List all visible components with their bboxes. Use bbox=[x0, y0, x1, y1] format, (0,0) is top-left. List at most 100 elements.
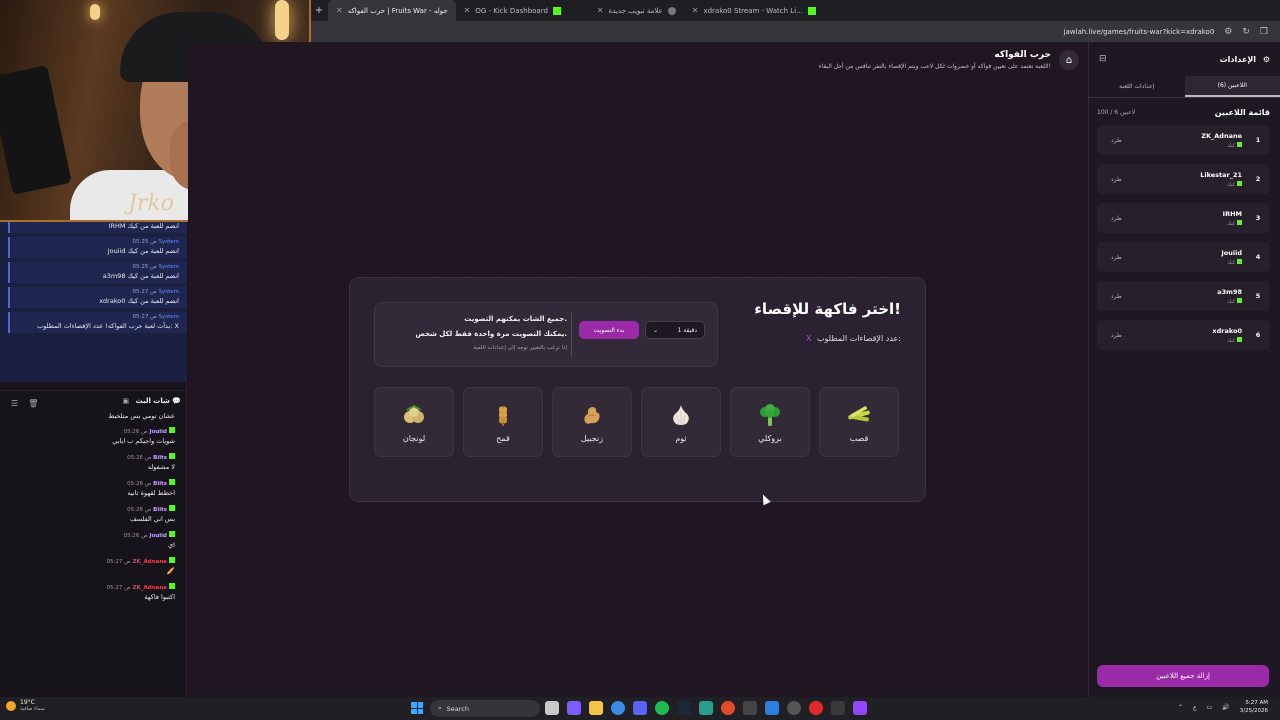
kick-badge-icon bbox=[1237, 180, 1242, 186]
list-icon[interactable]: ☰ bbox=[11, 399, 18, 408]
kick-badge-icon bbox=[1237, 141, 1242, 147]
player-name: Jouiid bbox=[1221, 248, 1242, 257]
browser-tab-kick-dashboard[interactable]: ✕ OG - Kick Dashboard bbox=[456, 0, 569, 21]
collapse-panel-icon[interactable]: ⊟ bbox=[1099, 54, 1107, 64]
discord-icon[interactable] bbox=[633, 701, 647, 715]
copilot-icon[interactable] bbox=[567, 701, 581, 715]
keyboard-language[interactable]: ع bbox=[1193, 704, 1197, 711]
kick-icon bbox=[552, 6, 561, 15]
kick-player-button[interactable]: طرد bbox=[1111, 254, 1122, 261]
weather-widget[interactable]: 19°C سماء صافية bbox=[6, 699, 45, 712]
close-icon[interactable]: ✕ bbox=[597, 6, 604, 15]
url-field[interactable]: jawlah.live/games/fruits-war?kick=xdrako… bbox=[1064, 28, 1215, 36]
taskbar-search[interactable]: ⌕ Search bbox=[430, 700, 540, 717]
clock[interactable]: 5:27 AM 3/25/2026 bbox=[1240, 699, 1268, 715]
chat-message-text: عشان تومي بس متلخبط bbox=[108, 412, 175, 420]
chat-message: 05:26 ص Bilts اخطط لقهوة ثانيه bbox=[127, 479, 175, 497]
fruit-option-garlic[interactable]: ثوم bbox=[641, 387, 721, 457]
sugarcane-icon bbox=[848, 405, 870, 421]
panel-header: ⊟ الإعدادات ⚙ bbox=[1089, 42, 1280, 76]
card-title: اختر فاكهة للإقصاء! bbox=[754, 300, 901, 318]
remove-all-players-button[interactable]: إزالة جميع اللاعبين bbox=[1097, 665, 1269, 687]
kick-badge-icon bbox=[1237, 297, 1242, 303]
obs-icon[interactable] bbox=[853, 701, 867, 715]
app-icon[interactable] bbox=[765, 701, 779, 715]
brave-icon[interactable] bbox=[721, 701, 735, 715]
browser-tab-fruits-war[interactable]: ✕ حرب الفواكه | Fruits War - جوله bbox=[328, 0, 456, 21]
fruit-option-longan[interactable]: لونجان bbox=[374, 387, 454, 457]
player-number: 6 bbox=[1255, 331, 1261, 339]
eliminations-value: X bbox=[805, 334, 812, 343]
steam-icon[interactable] bbox=[677, 701, 691, 715]
tab-players[interactable]: اللاعبين (6) bbox=[1184, 76, 1280, 97]
settings-icon[interactable] bbox=[787, 701, 801, 715]
xbox-icon[interactable] bbox=[699, 701, 713, 715]
tab-label: علامة تبويب جديدة bbox=[608, 6, 663, 15]
player-number: 2 bbox=[1255, 175, 1261, 183]
panel-tabs: إعدادات اللعبة اللاعبين (6) bbox=[1089, 76, 1280, 98]
player-number: 1 bbox=[1255, 136, 1261, 144]
kick-player-button[interactable]: طرد bbox=[1111, 332, 1122, 339]
youtube-icon[interactable] bbox=[809, 701, 823, 715]
home-button[interactable]: ⌂ bbox=[1059, 50, 1079, 70]
fruit-option-ginger[interactable]: زنجبيل bbox=[552, 387, 632, 457]
close-icon[interactable]: ✕ bbox=[692, 6, 699, 15]
windows-start-icon[interactable] bbox=[411, 702, 423, 714]
browser-tabbar: + ✕ حرب الفواكه | Fruits War - جوله ✕ OG… bbox=[310, 0, 1280, 21]
volume-icon[interactable]: 🔊 bbox=[1222, 704, 1229, 711]
kick-badge-icon bbox=[169, 583, 175, 589]
close-icon[interactable]: ✕ bbox=[464, 6, 471, 15]
vote-hint: إذا ترغب بالتغيير توجه إلى إعدادات اللعب… bbox=[473, 345, 567, 351]
browser-tab-stream[interactable]: ✕ xdrako0 Stream - Watch Li... bbox=[684, 0, 824, 21]
chevron-up-icon[interactable]: ⌃ bbox=[1178, 704, 1183, 711]
tab-label: xdrako0 Stream - Watch Li... bbox=[703, 6, 803, 15]
tune-icon[interactable]: ⚙ bbox=[1224, 27, 1232, 37]
longan-icon bbox=[404, 404, 424, 423]
lamp-light bbox=[275, 0, 289, 40]
task-view-icon[interactable] bbox=[545, 701, 559, 715]
browser-tab-new[interactable]: ✕ علامة تبويب جديدة bbox=[589, 0, 684, 21]
app-icon[interactable] bbox=[831, 701, 845, 715]
kick-player-button[interactable]: طرد bbox=[1111, 293, 1122, 300]
player-row: طرد Likestar_21 كيك 2 bbox=[1097, 164, 1270, 194]
start-vote-button[interactable]: بدء التصويت bbox=[579, 321, 639, 339]
fruit-option-sugarcane[interactable]: قصب bbox=[819, 387, 899, 457]
app-icon[interactable] bbox=[743, 701, 757, 715]
folder-icon[interactable] bbox=[589, 701, 603, 715]
elimination-card: اختر فاكهة للإقصاء! X عدد الإقصاءات المط… bbox=[349, 277, 926, 502]
copy-icon[interactable]: ❐ bbox=[1260, 27, 1268, 37]
system-message: 05:25 ص System a3m98 انضم للعبة من كيك bbox=[8, 262, 187, 283]
system-message: 05:27 ص System بدأت لعبة حرب الفواكه! عد… bbox=[8, 312, 187, 333]
game-description: اللعبة تعتمد على تعيين فواكه أو خضروات ل… bbox=[818, 63, 1051, 70]
tab-game-settings[interactable]: إعدادات اللعبة bbox=[1089, 76, 1185, 97]
garlic-icon bbox=[673, 404, 689, 425]
chat-message: 05:26 ص Jouiid اي bbox=[123, 531, 175, 549]
kick-player-button[interactable]: طرد bbox=[1111, 137, 1122, 144]
player-row: طرد xdrako0 كيك 6 bbox=[1097, 320, 1270, 350]
vote-info: يمكنك التصويت مرة واحدة فقط لكل شخص. bbox=[415, 330, 567, 338]
spotify-icon[interactable] bbox=[655, 701, 669, 715]
player-number: 5 bbox=[1255, 292, 1261, 300]
player-row: طرد Jouiid كيك 4 bbox=[1097, 242, 1270, 272]
fruit-option-wheat[interactable]: قمح bbox=[463, 387, 543, 457]
kick-player-button[interactable]: طرد bbox=[1111, 176, 1122, 183]
chrome-icon[interactable] bbox=[611, 701, 625, 715]
duration-select[interactable]: ⌄ 1 دقيقة bbox=[645, 321, 705, 339]
player-number: 3 bbox=[1255, 214, 1261, 222]
trash-icon[interactable]: 🗑 bbox=[28, 399, 38, 408]
player-name: IRHM bbox=[1222, 209, 1242, 218]
reload-icon[interactable]: ↻ bbox=[1242, 27, 1250, 37]
player-row: طرد IRHM كيك 3 bbox=[1097, 203, 1270, 233]
gear-icon: ⚙ bbox=[1262, 54, 1270, 64]
player-number: 4 bbox=[1255, 253, 1261, 261]
eliminations-required: X عدد الإقصاءات المطلوب: bbox=[805, 334, 901, 343]
player-count: 100 / 6 لاعبين bbox=[1097, 109, 1136, 116]
kick-player-button[interactable]: طرد bbox=[1111, 215, 1122, 222]
fruit-option-broccoli[interactable]: بروكلي bbox=[730, 387, 810, 457]
sun-icon bbox=[6, 700, 16, 711]
player-list-header: 100 / 6 لاعبين قائمة اللاعبين bbox=[1089, 98, 1280, 125]
player-name: xdrako0 bbox=[1212, 326, 1242, 335]
network-icon[interactable]: ▭ bbox=[1207, 704, 1213, 711]
new-tab-button[interactable]: + bbox=[310, 5, 328, 16]
close-icon[interactable]: ✕ bbox=[336, 6, 343, 15]
